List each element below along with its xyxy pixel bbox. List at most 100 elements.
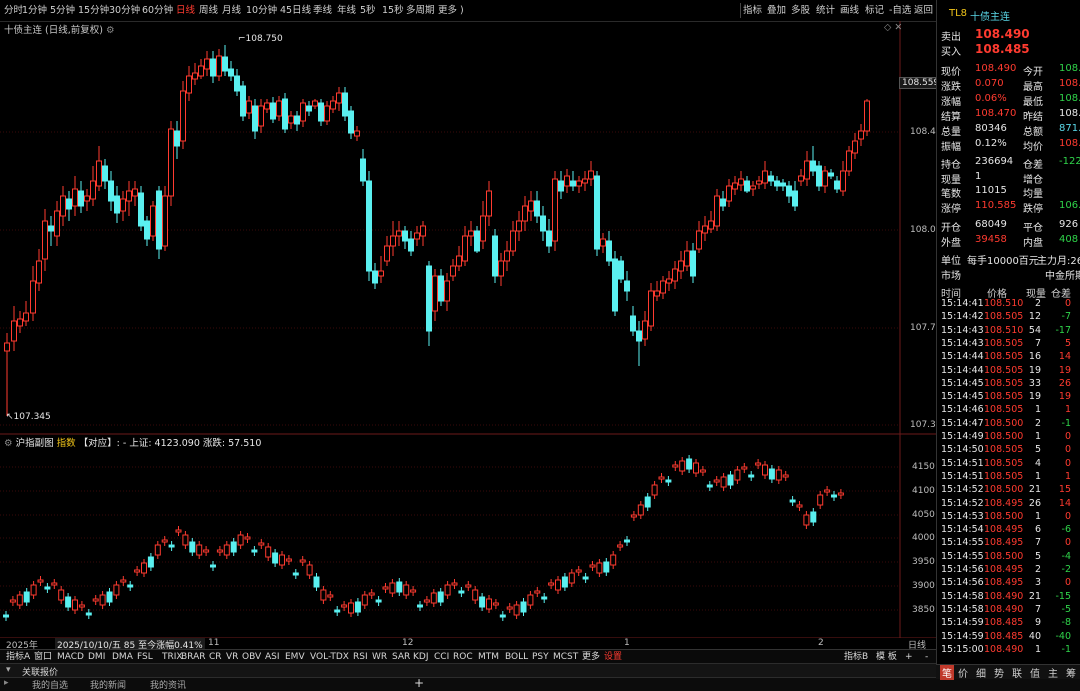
contract-name: 十债主连: [970, 12, 1010, 23]
tool-button-4[interactable]: 画线: [840, 4, 859, 18]
my-info-link[interactable]: 我的资讯: [150, 678, 186, 691]
sub-settings-gear-icon[interactable]: ⚙: [4, 438, 13, 449]
panel-tab-2[interactable]: 细: [976, 665, 986, 680]
tick-price: 108.495: [984, 577, 1024, 589]
tick-time: 15:14:46: [941, 404, 984, 416]
unit-value: 每手10000百元: [967, 256, 1039, 267]
kline-svg[interactable]: [0, 21, 936, 639]
indicator-tab-13[interactable]: VOL-TDX: [310, 651, 349, 663]
period-tab-2[interactable]: 5分钟: [50, 4, 75, 18]
period-tab-12[interactable]: 年线: [337, 4, 356, 18]
my-news-link[interactable]: 我的新闻: [90, 678, 126, 691]
indicator-right-0[interactable]: 指标B: [844, 651, 868, 663]
close-icon[interactable]: ✕: [894, 22, 902, 33]
indicator-tab-2[interactable]: MACD: [57, 651, 84, 663]
candle-body: [804, 160, 810, 180]
tool-button-7[interactable]: 返回: [914, 4, 933, 18]
indicator-tab-14[interactable]: RSI: [353, 651, 368, 663]
panel-tab-4[interactable]: 联: [1012, 665, 1022, 680]
period-tab-4[interactable]: 30分钟: [109, 4, 140, 18]
x-label-12: 12: [402, 638, 414, 648]
period-tab-1[interactable]: 1分钟: [22, 4, 47, 18]
panel-tab-0[interactable]: 笔: [940, 665, 954, 680]
tool-button-1[interactable]: 叠加: [767, 4, 786, 18]
indicator-tab-12[interactable]: EMV: [285, 651, 305, 663]
period-tab-5[interactable]: 60分钟: [142, 4, 173, 18]
candle-body: [594, 175, 600, 250]
tool-button-3[interactable]: 统计: [816, 4, 835, 18]
indicator-right-2[interactable]: +: [905, 651, 913, 663]
indicator-tab-1[interactable]: 窗口: [34, 651, 52, 663]
indicator-tab-17[interactable]: KDJ: [413, 651, 429, 663]
period-tab-0[interactable]: 分时: [4, 4, 23, 18]
indicator-tab-3[interactable]: DMI: [88, 651, 105, 663]
indicator-tab-5[interactable]: FSL: [137, 651, 153, 663]
tool-button-6[interactable]: -自选: [889, 4, 911, 18]
tool-button-0[interactable]: 指标: [743, 4, 762, 18]
tick-row: 15:14:41 108.510 2 0: [937, 298, 1080, 311]
sell-row: 卖出 108.490: [937, 27, 1080, 43]
candle-body: [558, 180, 564, 192]
indicator-tab-21[interactable]: BOLL: [505, 651, 528, 663]
indicator-tab-24[interactable]: 更多: [582, 651, 600, 663]
diamond-icon[interactable]: ◇: [884, 22, 891, 33]
indicator-tab-8[interactable]: CR: [209, 651, 222, 663]
period-tab-16[interactable]: 更多 ): [438, 4, 464, 18]
dropdown-icon[interactable]: ▾: [6, 665, 11, 675]
period-tab-13[interactable]: 5秒: [360, 4, 376, 18]
sub-candle-body: [486, 598, 492, 610]
tick-price: 108.505: [984, 391, 1024, 403]
settings-gear-icon[interactable]: ⚙: [106, 25, 115, 36]
indicator-tab-25[interactable]: 设置: [604, 651, 622, 663]
indicator-tab-15[interactable]: WR: [372, 651, 387, 663]
indicator-tab-0[interactable]: 指标A: [6, 651, 30, 663]
period-tab-8[interactable]: 月线: [222, 4, 241, 18]
candle-body: [528, 200, 534, 212]
tick-volume: 1: [1034, 643, 1041, 655]
panel-tab-5[interactable]: 值: [1030, 665, 1040, 680]
quote-cell: 108.5: [1059, 78, 1080, 89]
low-price-value: 107.345: [13, 412, 51, 422]
sub-candle-body: [189, 541, 196, 553]
tool-button-5[interactable]: 标记: [865, 4, 884, 18]
indicator-tab-9[interactable]: VR: [226, 651, 238, 663]
period-tab-15[interactable]: 多周期: [406, 4, 435, 18]
candle-body: [432, 275, 438, 312]
my-watchlist-link[interactable]: 我的自选: [32, 678, 68, 691]
period-tab-7[interactable]: 周线: [199, 4, 218, 18]
period-tab-9[interactable]: 10分钟: [246, 4, 277, 18]
indicator-tab-20[interactable]: MTM: [478, 651, 499, 663]
panel-tab-7[interactable]: 筹: [1066, 665, 1076, 680]
period-tab-3[interactable]: 15分钟: [78, 4, 109, 18]
indicator-right-1[interactable]: 模 板: [876, 651, 897, 663]
indicator-tab-18[interactable]: CCI: [434, 651, 449, 663]
sub-candle-body: [699, 469, 706, 473]
indicator-tab-7[interactable]: BRAR: [181, 651, 205, 663]
menu-icon[interactable]: ▸: [4, 678, 9, 688]
sub-candle-body: [423, 599, 430, 603]
tick-time: 15:14:58: [941, 590, 984, 602]
indicator-tab-4[interactable]: DMA: [112, 651, 133, 663]
indicator-tab-19[interactable]: ROC: [453, 651, 473, 663]
period-tab-14[interactable]: 15秒: [382, 4, 404, 18]
period-tab-11[interactable]: 季线: [313, 4, 332, 18]
chart-area[interactable]: 十债主连 (日线,前复权) ⚙ ◇ ✕ ⌐108.750 ↖107.345 10…: [0, 21, 943, 651]
indicator-tab-23[interactable]: MCST: [553, 651, 578, 663]
panel-tab-3[interactable]: 势: [994, 665, 1004, 680]
indicator-tab-6[interactable]: TRIX: [162, 651, 183, 663]
add-icon[interactable]: +: [414, 676, 424, 690]
sub-y-tick-3850: 3850: [912, 605, 935, 615]
indicator-tab-10[interactable]: OBV: [242, 651, 261, 663]
indicator-right-3[interactable]: -: [925, 651, 928, 663]
panel-tab-1[interactable]: 价: [958, 665, 968, 680]
tool-button-2[interactable]: 多股: [791, 4, 810, 18]
panel-tab-6[interactable]: 主: [1048, 665, 1058, 680]
chart-corner-icons[interactable]: ◇ ✕: [884, 22, 902, 33]
period-tab-6[interactable]: 日线: [176, 4, 195, 18]
indicator-tab-11[interactable]: ASI: [265, 651, 280, 663]
sub-candle-body: [658, 476, 665, 480]
indicator-tab-16[interactable]: SAR: [392, 651, 410, 663]
indicator-tab-22[interactable]: PSY: [532, 651, 549, 663]
candle-body: [17, 318, 23, 327]
period-tab-10[interactable]: 45日线: [280, 4, 311, 18]
